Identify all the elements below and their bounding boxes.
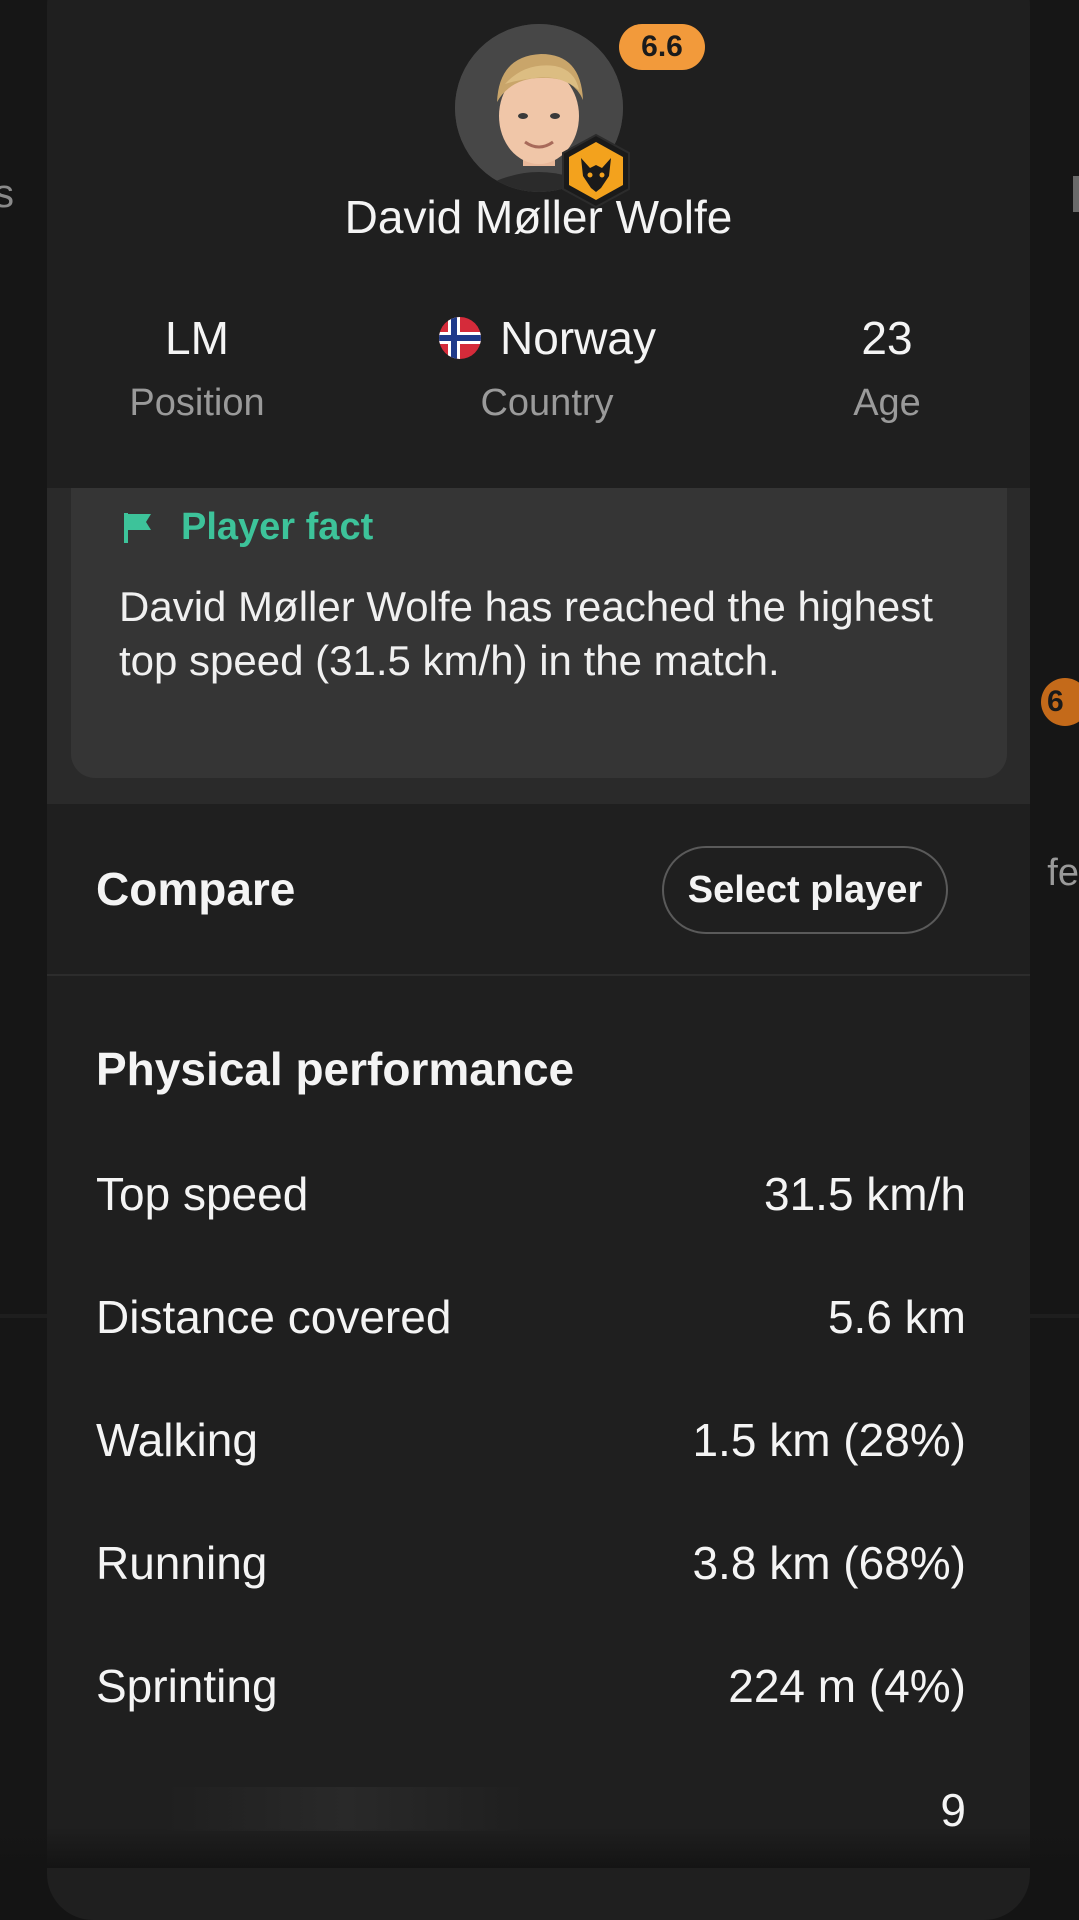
rating-badge: 6.6	[619, 24, 705, 70]
metric-label: Running	[96, 1536, 267, 1590]
player-fact-section: Player fact David Møller Wolfe has reach…	[47, 488, 1030, 804]
player-fact-card: Player fact David Møller Wolfe has reach…	[71, 488, 1007, 778]
player-name: David Møller Wolfe	[47, 190, 1030, 244]
position-label: Position	[77, 382, 317, 425]
age-value: 23	[777, 310, 997, 366]
country-value-row: Norway	[387, 310, 707, 366]
metric-label: Distance covered	[96, 1290, 451, 1344]
player-bottom-sheet[interactable]: 6.6 David Møller Wolfe LM Position	[47, 0, 1030, 1920]
metric-value: 5.6 km	[828, 1290, 966, 1344]
metric-row-walking: Walking 1.5 km (28%)	[96, 1413, 966, 1473]
metric-label: Top speed	[96, 1167, 308, 1221]
country-value: Norway	[500, 311, 656, 365]
metric-value: 1.5 km (28%)	[692, 1413, 966, 1467]
compare-title: Compare	[96, 862, 295, 916]
country-label: Country	[387, 382, 707, 425]
metric-row-running: Running 3.8 km (68%)	[96, 1536, 966, 1596]
position-value: LM	[77, 310, 317, 366]
select-player-button[interactable]: Select player	[662, 846, 948, 934]
background-text-fragment: s	[0, 172, 14, 217]
background-rating-badge: 6	[1041, 678, 1079, 726]
metric-label: Sprinting	[96, 1659, 278, 1713]
metric-row-sprinting: Sprinting 224 m (4%)	[96, 1659, 966, 1719]
metric-value: 31.5 km/h	[764, 1167, 966, 1221]
metric-value: 224 m (4%)	[728, 1659, 966, 1713]
compare-row: Compare Select player	[47, 804, 1030, 976]
metric-label: Walking	[96, 1413, 258, 1467]
player-header: 6.6 David Møller Wolfe LM Position	[47, 0, 1030, 488]
country-stat: Norway Country	[387, 310, 707, 425]
background-edge-element	[1073, 176, 1079, 212]
metric-value: 3.8 km (68%)	[692, 1536, 966, 1590]
player-avatar-group[interactable]: 6.6	[455, 24, 625, 194]
fact-title: Player fact	[181, 506, 373, 549]
physical-performance-title: Physical performance	[96, 1042, 574, 1096]
metric-row-distance-covered: Distance covered 5.6 km	[96, 1290, 966, 1350]
age-stat: 23 Age	[777, 310, 997, 425]
metric-row-top-speed: Top speed 31.5 km/h	[96, 1167, 966, 1227]
fact-header: Player fact	[121, 506, 373, 549]
faded-label-placeholder	[166, 1787, 526, 1831]
position-stat: LM Position	[77, 310, 317, 425]
background-text-fragment-right: fe	[1047, 852, 1079, 895]
norway-flag-icon	[438, 316, 482, 360]
flag-icon	[121, 511, 155, 545]
bottom-fade-overlay	[0, 1828, 1079, 1868]
fact-text: David Møller Wolfe has reached the highe…	[119, 580, 959, 688]
age-label: Age	[777, 382, 997, 425]
